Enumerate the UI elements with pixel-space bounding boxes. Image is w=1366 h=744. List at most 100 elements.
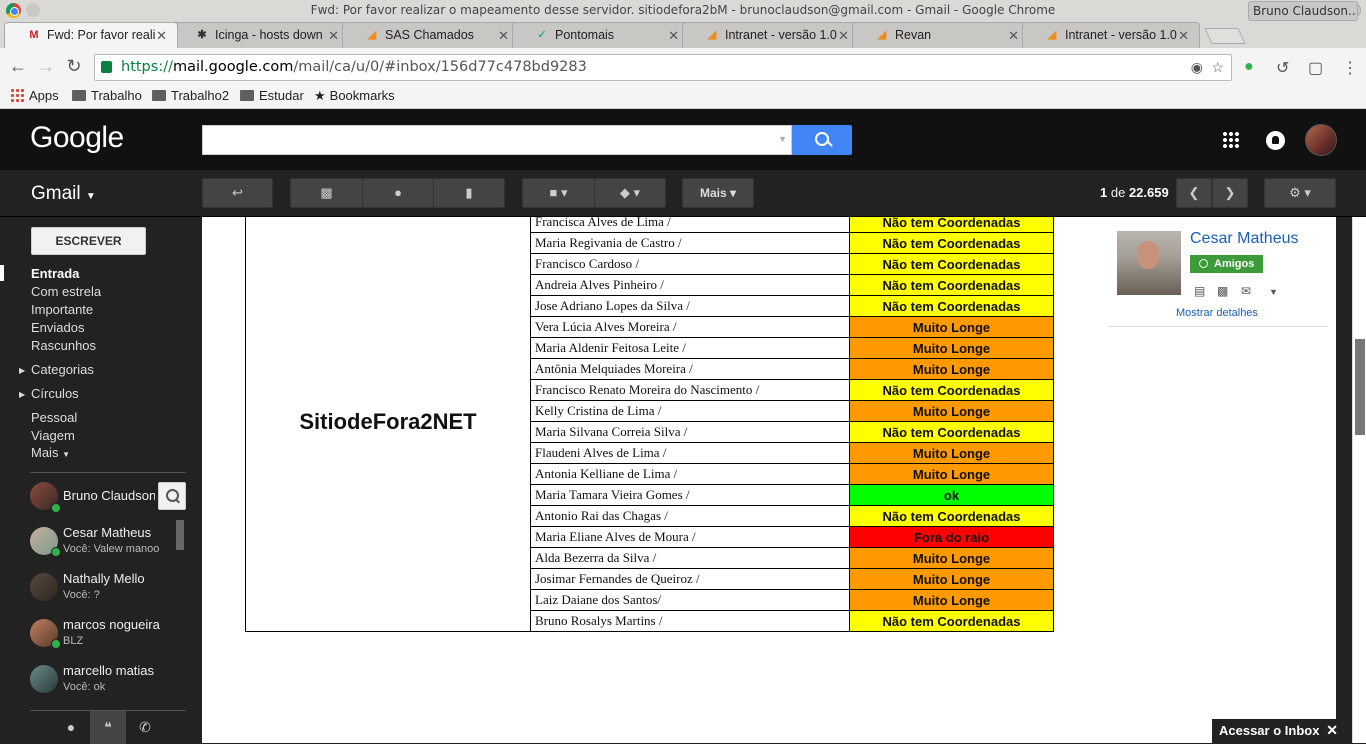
tab-intranet[interactable]: ◢ Intranet - versão 1.0 ✕ [682, 22, 860, 48]
compose-button[interactable]: ESCREVER [31, 227, 146, 255]
contact-name[interactable]: Cesar Matheus [1190, 230, 1299, 248]
label-pessoal[interactable]: Pessoal [31, 410, 77, 425]
chat-search-button[interactable] [158, 482, 186, 510]
folder-icon [152, 90, 166, 101]
tab-label: Revan [895, 28, 932, 42]
labels-more[interactable]: Mais ▼ [31, 445, 70, 460]
expand-icon[interactable]: ▶ [19, 366, 25, 375]
avatar[interactable] [30, 573, 58, 601]
nav-circles[interactable]: Círculos [31, 386, 79, 401]
chat-me-name[interactable]: Bruno Claudson [63, 488, 155, 503]
chat-contact-name[interactable]: marcello matias [63, 663, 154, 678]
labels-button[interactable]: ◆ ▾ [594, 178, 666, 208]
archive-button[interactable]: ▩ [290, 178, 363, 208]
mail-icon[interactable]: ✉ [1241, 284, 1251, 298]
revan-icon: ◢ [877, 29, 887, 41]
tab-strip: M Fwd: Por favor reali ✕ ✱ Icinga - host… [0, 22, 1366, 48]
chat-contact-name[interactable]: marcos nogueira [63, 617, 160, 632]
folder-icon: ■ ▾ [549, 185, 568, 200]
nav-starred[interactable]: Com estrela [31, 284, 101, 299]
tab-icinga[interactable]: ✱ Icinga - hosts down ✕ [172, 22, 350, 48]
delete-button[interactable]: ▮ [433, 178, 505, 208]
chat-scrollbar[interactable] [176, 520, 184, 550]
tab-label: Pontomais [555, 28, 615, 42]
forward-icon[interactable]: → [36, 57, 56, 77]
bookmark-trabalho[interactable]: Trabalho [72, 88, 142, 103]
account-avatar[interactable] [1305, 124, 1337, 156]
close-icon[interactable]: ✕ [838, 28, 849, 44]
close-icon[interactable]: ✕ [328, 28, 339, 44]
google-logo[interactable]: Google [30, 121, 124, 155]
close-icon[interactable]: ✕ [1326, 722, 1338, 739]
star-icon[interactable]: ☆ [1211, 59, 1224, 76]
scrollbar-thumb[interactable] [1355, 339, 1365, 435]
bookmark-bookmarks[interactable]: ★ Bookmarks [314, 88, 395, 104]
gmail-menu[interactable]: Gmail ▼ [31, 183, 96, 207]
eye-icon[interactable]: ◉ [1191, 59, 1203, 76]
employee-name-cell: Antônia Melquiades Moreira / [530, 358, 850, 380]
nav-categories[interactable]: Categorias [31, 362, 94, 377]
more-button[interactable]: Mais ▾ [682, 178, 754, 208]
search-input[interactable]: ▼ [202, 125, 792, 155]
reply-button[interactable]: ↩ [202, 178, 273, 208]
extension-history-icon[interactable]: ↺ [1276, 58, 1289, 78]
newer-button[interactable]: ❮ [1176, 178, 1212, 208]
show-details-link[interactable]: Mostrar detalhes [1176, 307, 1258, 319]
archive-icon: ▩ [320, 185, 333, 200]
extension-leaf-icon[interactable]: ● [1244, 58, 1254, 76]
close-icon[interactable]: ✕ [156, 28, 167, 44]
contact-photo[interactable] [1117, 231, 1181, 295]
search-button[interactable] [792, 125, 852, 155]
employee-name-cell: Maria Tamara Vieira Gomes / [530, 484, 850, 506]
label-viagem[interactable]: Viagem [31, 428, 75, 443]
tab-intranet-2[interactable]: ◢ Intranet - versão 1.0 ✕ [1022, 22, 1200, 48]
profile-button[interactable]: Bruno Claudson... [1248, 1, 1358, 21]
employee-name-cell: Alda Bezerra da Silva / [530, 547, 850, 569]
tab-revan[interactable]: ◢ Revan ✕ [852, 22, 1030, 48]
avatar[interactable] [30, 665, 58, 693]
expand-icon[interactable]: ▶ [19, 390, 25, 399]
bookmark-apps[interactable]: Apps [10, 88, 59, 103]
nav-drafts[interactable]: Rascunhos [31, 338, 96, 353]
tab-sas[interactable]: ◢ SAS Chamados ✕ [342, 22, 520, 48]
chat-icon[interactable]: ▤ [1194, 284, 1205, 298]
circle-badge[interactable]: Amigos [1190, 255, 1263, 273]
phone-icon[interactable]: ✆ [137, 719, 153, 735]
mapping-table: SitiodeFora2NET Francisca Alves de Lima /… [245, 217, 1054, 632]
reload-icon[interactable]: ↻ [64, 57, 84, 77]
chat-contact-name[interactable]: Nathally Mello [63, 571, 145, 586]
close-icon[interactable]: ✕ [668, 28, 679, 44]
tab-gmail[interactable]: M Fwd: Por favor reali ✕ [4, 22, 178, 48]
employee-name-cell: Josimar Fernandes de Queiroz / [530, 568, 850, 590]
bookmark-estudar[interactable]: Estudar [240, 88, 304, 103]
nav-inbox[interactable]: Entrada [31, 266, 79, 281]
tab-pontomais[interactable]: ✓ Pontomais ✕ [512, 22, 690, 48]
person-icon[interactable]: ● [63, 719, 79, 735]
close-icon[interactable]: ✕ [1178, 28, 1189, 44]
hangouts-icon[interactable]: ❝ [90, 711, 126, 744]
close-icon[interactable]: ✕ [498, 28, 509, 44]
new-tab-button[interactable] [1204, 28, 1246, 44]
nav-important[interactable]: Importante [31, 302, 93, 317]
report-spam-button[interactable]: ● [362, 178, 434, 208]
extension-box-icon[interactable]: ▢ [1308, 58, 1323, 78]
nav-sent[interactable]: Enviados [31, 320, 84, 335]
close-icon[interactable]: ✕ [1008, 28, 1019, 44]
notifications-icon[interactable] [1266, 131, 1285, 150]
inbox-promo-banner[interactable]: Acessar o Inbox ✕ [1212, 719, 1342, 743]
back-icon[interactable]: ← [8, 57, 28, 77]
move-to-button[interactable]: ■ ▾ [522, 178, 595, 208]
chat-contact-name[interactable]: Cesar Matheus [63, 525, 151, 540]
chevron-down-icon[interactable]: ▼ [1269, 287, 1278, 297]
page-scrollbar[interactable] [1352, 217, 1366, 743]
apps-grid-icon[interactable] [1222, 131, 1240, 149]
chrome-menu-icon[interactable]: ⋮ [1342, 58, 1358, 78]
video-icon[interactable]: ▩ [1217, 284, 1228, 298]
chevron-down-icon[interactable]: ▼ [778, 134, 787, 144]
older-button[interactable]: ❯ [1212, 178, 1248, 208]
sas-icon: ◢ [367, 29, 377, 41]
address-bar[interactable]: https://mail.google.com/mail/ca/u/0/#inb… [94, 54, 1232, 81]
bookmark-trabalho2[interactable]: Trabalho2 [152, 88, 229, 103]
url-text[interactable]: https://mail.google.com/mail/ca/u/0/#inb… [121, 59, 587, 75]
settings-button[interactable]: ⚙ ▾ [1264, 178, 1336, 208]
